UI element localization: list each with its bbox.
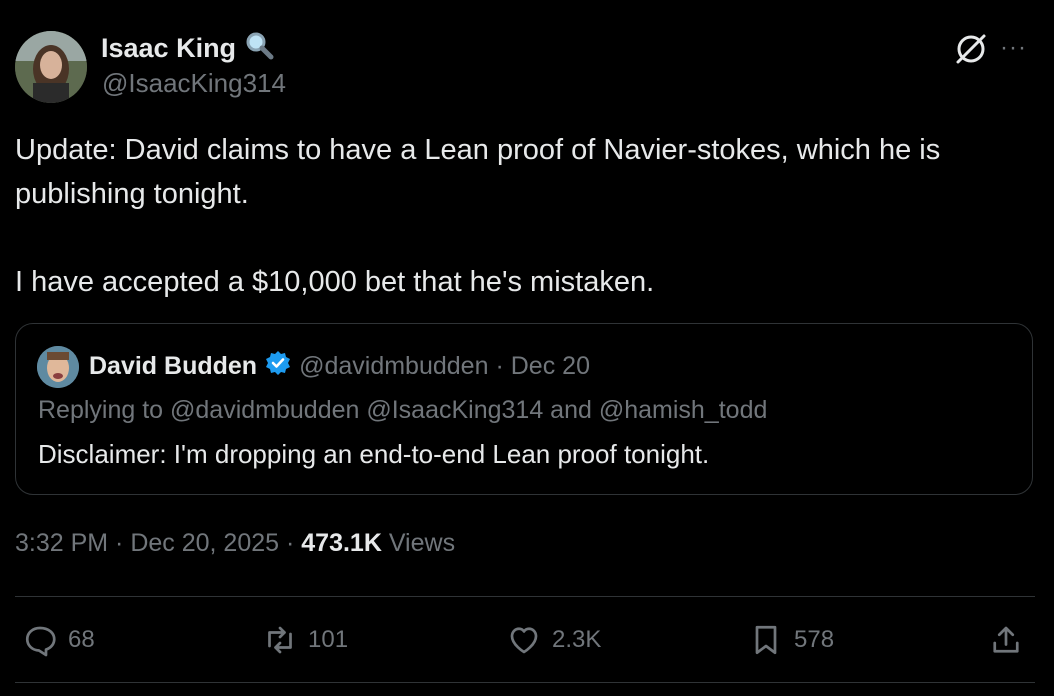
quote-date: · Dec 20 <box>495 352 590 380</box>
bookmark-icon <box>755 625 777 655</box>
magnifier-icon <box>244 30 274 67</box>
heart-icon <box>510 627 538 654</box>
share-icon <box>993 626 1019 653</box>
grok-icon[interactable] <box>952 30 990 68</box>
quote-author-avatar[interactable] <box>37 346 79 388</box>
tweet-meta: 3:32 PM · Dec 20, 2025 · 473.1K Views <box>15 529 455 558</box>
author-name[interactable]: Isaac King <box>101 33 236 64</box>
repost-icon <box>268 626 292 654</box>
quote-replying-to: Replying to @davidmbudden @IsaacKing314 … <box>38 396 768 424</box>
tweet-timestamp[interactable]: 3:32 PM · Dec 20, 2025 · <box>15 529 301 557</box>
bookmark-count: 578 <box>794 626 835 653</box>
reply-button[interactable]: 68 <box>22 620 95 660</box>
more-options-icon[interactable]: ··· <box>1000 34 1027 62</box>
quote-author-handle[interactable]: @davidmbudden <box>299 352 488 381</box>
views-label: Views <box>381 529 456 557</box>
author-avatar[interactable] <box>15 31 87 103</box>
quote-author-name[interactable]: David Budden <box>89 352 257 381</box>
views-count: 473.1K <box>301 529 382 557</box>
like-count: 2.3K <box>552 626 602 653</box>
repost-count: 101 <box>308 626 349 653</box>
like-button[interactable]: 2.3K <box>506 620 601 660</box>
verified-badge-icon <box>264 349 292 384</box>
quote-header: David Budden @davidmbudden · Dec 20 <box>89 349 590 384</box>
author-name-row[interactable]: Isaac King <box>101 30 274 67</box>
author-handle[interactable]: @IsaacKing314 <box>102 68 286 99</box>
reply-icon <box>25 626 56 657</box>
divider-bottom <box>15 682 1035 683</box>
tweet-text: Update: David claims to have a Lean proo… <box>15 134 941 298</box>
share-button[interactable] <box>988 620 1024 660</box>
bookmark-button[interactable]: 578 <box>748 620 834 660</box>
divider <box>15 596 1035 597</box>
quote-text: Disclaimer: I'm dropping an end-to-end L… <box>38 439 710 469</box>
repost-button[interactable]: 101 <box>262 620 348 660</box>
reply-count: 68 <box>68 626 95 653</box>
